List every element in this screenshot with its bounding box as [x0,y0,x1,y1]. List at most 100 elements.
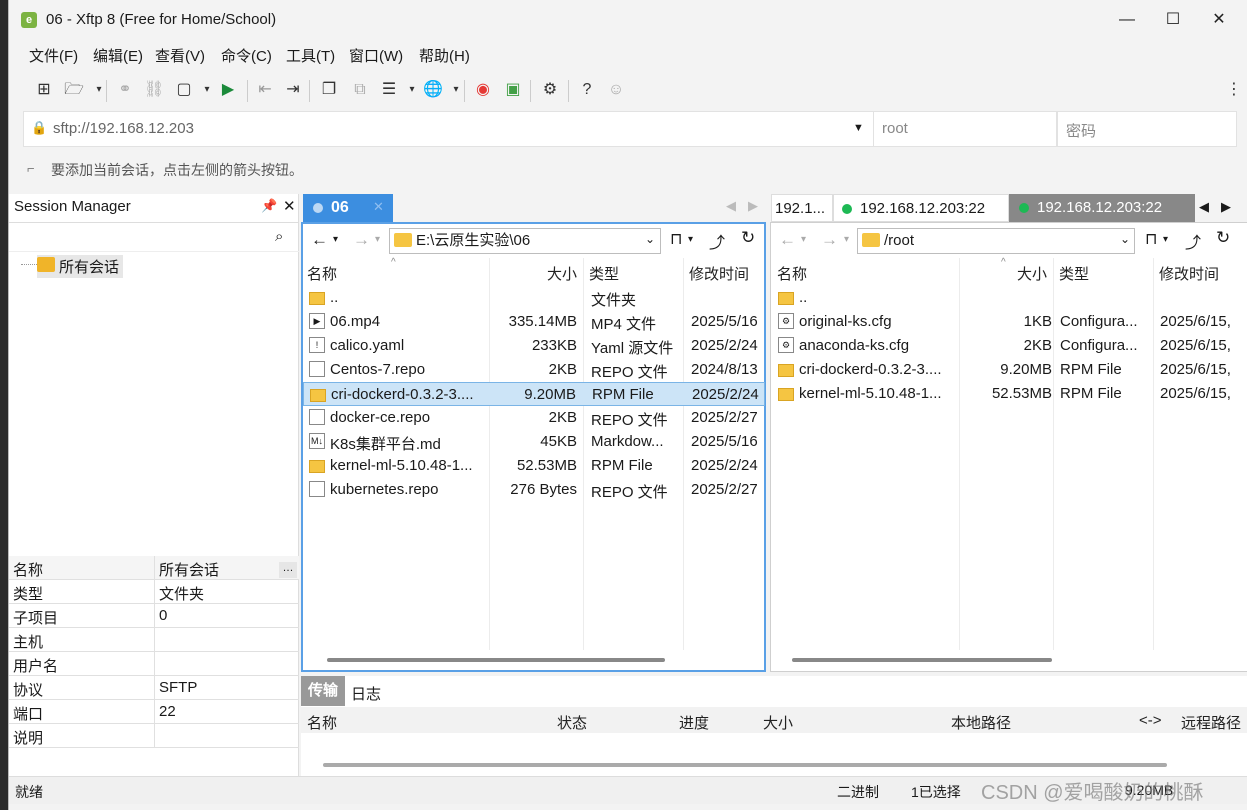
file-row[interactable]: .. 文件夹 [303,286,765,310]
col-size[interactable]: 大小 [547,263,577,284]
tab-remote-2[interactable]: 192.168.12.203:22 [833,194,1009,222]
chat-icon[interactable]: ☺ [606,80,626,100]
back-dropdown-icon[interactable]: ▾ [333,234,338,245]
password-field[interactable]: 密码 [1057,111,1237,147]
transfer-col-progress[interactable]: 进度 [679,712,709,733]
terminal-icon[interactable]: ▶ [218,80,238,100]
tab-local-06[interactable]: 06 ✕ [303,194,393,222]
parent-folder-icon[interactable]: ⤴ [709,229,725,253]
forward-arrow-icon[interactable]: → [353,230,370,250]
refresh-icon[interactable]: ↻ [741,228,755,248]
remote-bookmark-icon[interactable]: ⊓ [1145,229,1157,249]
pin-icon[interactable]: 📌 [261,198,277,214]
file-row[interactable]: .. [772,286,1247,310]
bookmark-icon[interactable]: ⊓ [670,229,682,249]
file-row[interactable]: Centos-7.repo 2KB REPO 文件 2024/8/13 [303,358,765,382]
transfer-mode[interactable]: 二进制 [837,782,879,802]
bookmark-dropdown-icon[interactable]: ▾ [688,234,693,245]
remote-tab-left-icon[interactable]: ◀ [1199,199,1209,215]
path-dropdown-icon[interactable]: ⌄ [645,232,655,246]
transfer-col-status[interactable]: 状态 [557,712,587,733]
list-view-icon[interactable]: ☰ [379,80,399,100]
xshell-icon[interactable]: ◉ [473,80,493,100]
globe-icon[interactable]: 🌐 [423,80,443,100]
menu-command[interactable]: 命令(C) [221,45,272,66]
file-row[interactable]: cri-dockerd-0.3.2-3.... 9.20MB RPM File 202… [303,382,765,406]
remote-back-icon[interactable]: ← [779,230,796,250]
paste-icon[interactable]: ⧉ [350,80,370,100]
settings-gear-icon[interactable]: ⚙ [540,80,560,100]
new-session-icon[interactable]: ⊞ [34,80,54,100]
remote-col-type[interactable]: 类型 [1059,263,1089,284]
file-row[interactable]: ! calico.yaml 233KB Yaml 源文件 2025/2/24 [303,334,765,358]
new-tab-icon[interactable]: ▢ [174,80,194,100]
remote-forward-icon[interactable]: → [821,230,838,250]
transfer-col-remote-path[interactable]: 远程路径 [1181,712,1241,733]
remote-path-input[interactable]: /root [857,228,1135,254]
search-icon[interactable]: ⌕ [275,228,283,245]
download-icon[interactable]: ⇥ [283,80,303,100]
local-path-input[interactable]: E:\云原生实验\06 [389,228,661,254]
transfer-col-local-path[interactable]: 本地路径 [951,712,1011,733]
transfer-col-name[interactable]: 名称 [307,712,337,733]
encoding-dropdown-icon[interactable]: ▾ [446,80,466,100]
file-row[interactable]: kernel-ml-5.10.48-1... 52.53MB RPM File 202… [303,454,765,478]
remote-back-dropdown-icon[interactable]: ▾ [801,234,806,245]
copy-icon[interactable]: ❐ [319,80,339,100]
tab-log[interactable]: 日志 [351,683,381,704]
file-row[interactable]: ⚙ original-ks.cfg 1KB Configura... 2025/6/15… [772,310,1247,334]
menu-edit[interactable]: 编辑(E) [93,45,143,66]
forward-dropdown-icon[interactable]: ▾ [375,234,380,245]
remote-parent-folder-icon[interactable]: ⤴ [1185,229,1201,253]
remote-refresh-icon[interactable]: ↻ [1216,228,1230,248]
file-row[interactable]: kubernetes.repo 276 Bytes REPO 文件 2025/2/27 [303,478,765,502]
file-row[interactable]: ⚙ anaconda-ks.cfg 2KB Configura... 2025/6/15… [772,334,1247,358]
tab-close-icon[interactable]: ✕ [373,199,384,215]
col-modified[interactable]: 修改时间 [689,263,749,284]
maximize-button[interactable]: ☐ [1150,6,1196,34]
back-arrow-icon[interactable]: ← [311,230,328,250]
remote-hscrollbar[interactable] [792,658,1052,662]
remote-forward-dropdown-icon[interactable]: ▾ [844,234,849,245]
reconnect-icon[interactable]: ⚭ [115,80,135,100]
transfer-hscrollbar[interactable] [323,763,1167,767]
file-row[interactable]: kernel-ml-5.10.48-1... 52.53MB RPM File 202… [772,382,1247,406]
link-icon[interactable]: ⛓ [144,80,164,100]
menu-help[interactable]: 帮助(H) [419,45,470,66]
transfer-col-direction[interactable]: <-> [1139,712,1162,729]
file-row[interactable]: docker-ce.repo 2KB REPO 文件 2025/2/27 [303,406,765,430]
col-type[interactable]: 类型 [589,263,619,284]
xftp-icon[interactable]: ▣ [503,80,523,100]
file-row[interactable]: M↓ K8s集群平台.md 45KB Markdow... 2025/5/16 [303,430,765,454]
view-dropdown-icon[interactable]: ▾ [402,80,422,100]
remote-col-name[interactable]: 名称 [777,263,807,284]
remote-bookmark-dropdown-icon[interactable]: ▾ [1163,234,1168,245]
minimize-button[interactable]: — [1104,6,1150,34]
menu-window[interactable]: 窗口(W) [349,45,403,66]
transfer-col-size[interactable]: 大小 [763,712,793,733]
more-options-icon[interactable]: ⋮ [1224,80,1244,100]
local-hscrollbar[interactable] [327,658,665,662]
close-panel-icon[interactable]: ✕ [283,197,296,215]
remote-tab-right-icon[interactable]: ▶ [1221,199,1231,215]
menu-file[interactable]: 文件(F) [29,45,78,66]
help-icon[interactable]: ? [577,80,597,100]
tab-dropdown-icon[interactable]: ▾ [197,80,217,100]
tab-scroll-right-icon[interactable]: ▶ [748,198,758,214]
tab-scroll-left-icon[interactable]: ◀ [726,198,736,214]
address-input[interactable]: sftp://192.168.12.203 [53,120,194,137]
tab-remote-1[interactable]: 192.1... [771,194,833,222]
file-row[interactable]: ▶ 06.mp4 335.14MB MP4 文件 2025/5/16 [303,310,765,334]
address-dropdown-icon[interactable]: ▼ [853,122,864,134]
username-field[interactable]: root [873,111,1057,147]
upload-icon[interactable]: ⇤ [255,80,275,100]
tab-transfers[interactable]: 传输 [301,676,345,706]
open-folder-icon[interactable]: 🗁 [64,80,84,100]
menu-tools[interactable]: 工具(T) [286,45,335,66]
file-row[interactable]: cri-dockerd-0.3.2-3.... 9.20MB RPM File 202… [772,358,1247,382]
remote-col-modified[interactable]: 修改时间 [1159,263,1219,284]
session-search-bar[interactable] [9,222,299,252]
close-button[interactable]: ✕ [1196,6,1242,34]
edit-button[interactable]: … [279,562,297,578]
tab-remote-3-active[interactable]: 192.168.12.203:22 [1009,194,1195,222]
